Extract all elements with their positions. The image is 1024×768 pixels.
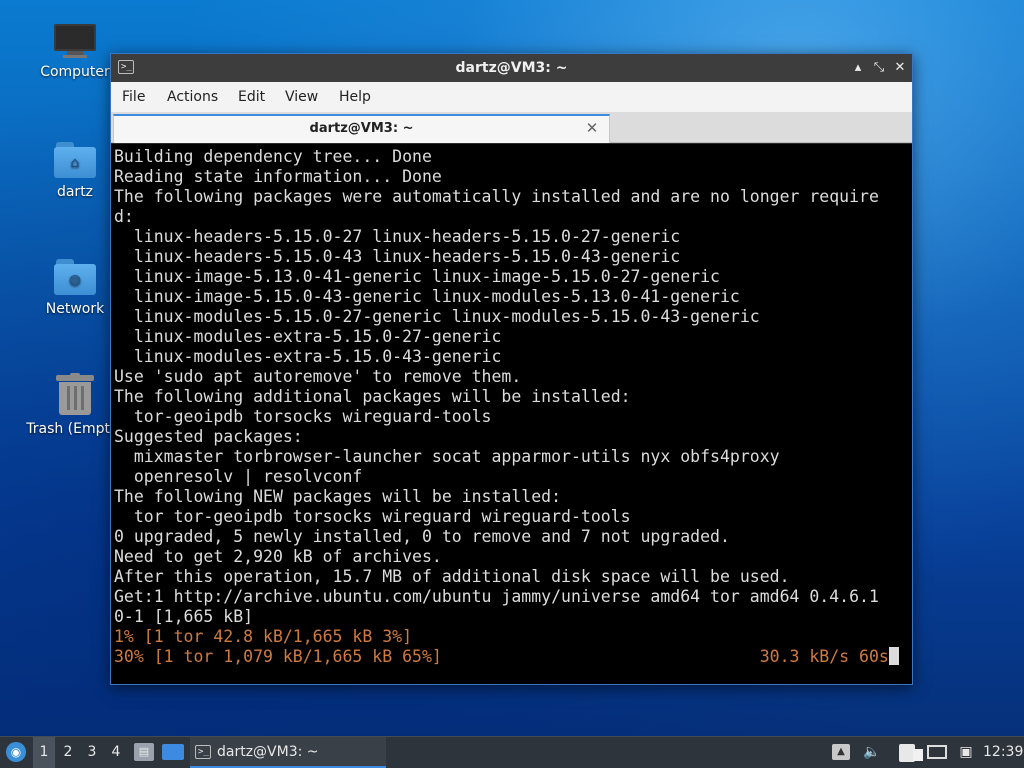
tab-close-icon[interactable]: ✕	[583, 119, 601, 137]
terminal-line: openresolv | resolvconf	[114, 467, 363, 486]
minimize-button[interactable]: ▴	[849, 59, 867, 77]
start-menu-icon[interactable]: ◉	[6, 742, 26, 762]
update-notifier-icon[interactable]: ▣	[955, 737, 977, 768]
menu-edit[interactable]: Edit	[238, 82, 265, 112]
terminal-output[interactable]: Building dependency tree... Done Reading …	[111, 143, 912, 684]
workspace-1[interactable]: 1	[33, 737, 55, 768]
terminal-lines: Building dependency tree... Done Reading …	[114, 147, 899, 667]
tab-bar: dartz@VM3: ~ ✕	[111, 112, 912, 143]
terminal-line: linux-modules-5.15.0-27-generic linux-mo…	[114, 307, 760, 326]
desktop: Computer ⌂ dartz ◍ Network Trash (Empty)…	[0, 0, 1024, 736]
terminal-icon: >_	[195, 745, 211, 759]
terminal-line: 1% [1 tor 42.8 kB/1,665 kB 3%]	[114, 627, 413, 646]
volume-icon[interactable]: 🔈	[861, 737, 883, 768]
taskbar-item-terminal[interactable]: >_ dartz@VM3: ~	[190, 737, 386, 768]
terminal-line: d:	[114, 207, 134, 226]
storage-icon[interactable]	[913, 749, 923, 761]
clipboard-icon[interactable]: ▲	[832, 744, 850, 760]
menu-help[interactable]: Help	[339, 82, 371, 112]
tab-terminal[interactable]: dartz@VM3: ~ ✕	[113, 114, 610, 143]
home-folder-icon: ⌂	[54, 142, 96, 178]
terminal-line: tor tor-geoipdb torsocks wireguard wireg…	[114, 507, 631, 526]
menu-view[interactable]: View	[285, 82, 318, 112]
terminal-line: linux-headers-5.15.0-43 linux-headers-5.…	[114, 247, 681, 266]
menu-actions[interactable]: Actions	[167, 82, 218, 112]
maximize-button[interactable]: ⤡	[870, 59, 888, 77]
terminal-line: mixmaster torbrowser-launcher socat appa…	[114, 447, 780, 466]
terminal-line: linux-image-5.15.0-43-generic linux-modu…	[114, 287, 740, 306]
terminal-line: Get:1 http://archive.ubuntu.com/ubuntu j…	[114, 587, 879, 606]
taskbar: ◉ 1 2 3 4 ▤ >_ dartz@VM3: ~ ▲ 🔈 ▣ 12:39	[0, 736, 1024, 768]
menubar: File Actions Edit View Help	[111, 82, 912, 112]
terminal-line: 0 upgraded, 5 newly installed, 0 to remo…	[114, 527, 730, 546]
terminal-line: linux-headers-5.15.0-27 linux-headers-5.…	[114, 227, 681, 246]
terminal-line: Reading state information... Done	[114, 167, 442, 186]
terminal-line: Building dependency tree... Done	[114, 147, 432, 166]
terminal-line: linux-image-5.13.0-41-generic linux-imag…	[114, 267, 720, 286]
terminal-line: Use 'sudo apt autoremove' to remove them…	[114, 367, 522, 386]
terminal-line: After this operation, 15.7 MB of additio…	[114, 567, 790, 586]
terminal-line: Suggested packages:	[114, 427, 303, 446]
clock[interactable]: 12:39	[983, 737, 1023, 768]
network-folder-icon: ◍	[54, 259, 96, 295]
workspace-4[interactable]: 4	[105, 737, 127, 768]
workspace-3[interactable]: 3	[81, 737, 103, 768]
menu-file[interactable]: File	[122, 82, 145, 112]
terminal-line: The following packages were automaticall…	[114, 187, 879, 206]
terminal-line: 0-1 [1,665 kB]	[114, 607, 254, 626]
terminal-line: The following additional packages will b…	[114, 387, 631, 406]
network-icon[interactable]	[927, 745, 947, 759]
terminal-line: tor-geoipdb torsocks wireguard-tools	[114, 407, 492, 426]
terminal-cursor	[888, 647, 899, 665]
terminal-line: 30% [1 tor 1,079 kB/1,665 kB 65%] 30.3 k…	[114, 647, 899, 667]
taskbar-item-label: dartz@VM3: ~	[217, 744, 319, 760]
workspace-2[interactable]: 2	[57, 737, 79, 768]
computer-icon	[54, 24, 96, 58]
tab-label: dartz@VM3: ~	[309, 121, 414, 136]
close-button[interactable]: ✕	[891, 59, 909, 77]
terminal-line: Need to get 2,920 kB of archives.	[114, 547, 442, 566]
window-titlebar[interactable]: >_ dartz@VM3: ~ ▴ ⤡ ✕	[111, 54, 912, 82]
terminal-window: >_ dartz@VM3: ~ ▴ ⤡ ✕ File Actions Edit …	[110, 53, 913, 685]
trash-icon	[56, 373, 94, 415]
file-manager-icon[interactable]: ▤	[134, 743, 154, 761]
show-desktop-icon[interactable]	[162, 744, 184, 760]
terminal-line: The following NEW packages will be insta…	[114, 487, 562, 506]
window-title: dartz@VM3: ~	[455, 60, 568, 76]
terminal-line: linux-modules-extra-5.15.0-27-generic	[114, 327, 502, 346]
terminal-line: linux-modules-extra-5.15.0-43-generic	[114, 347, 502, 366]
